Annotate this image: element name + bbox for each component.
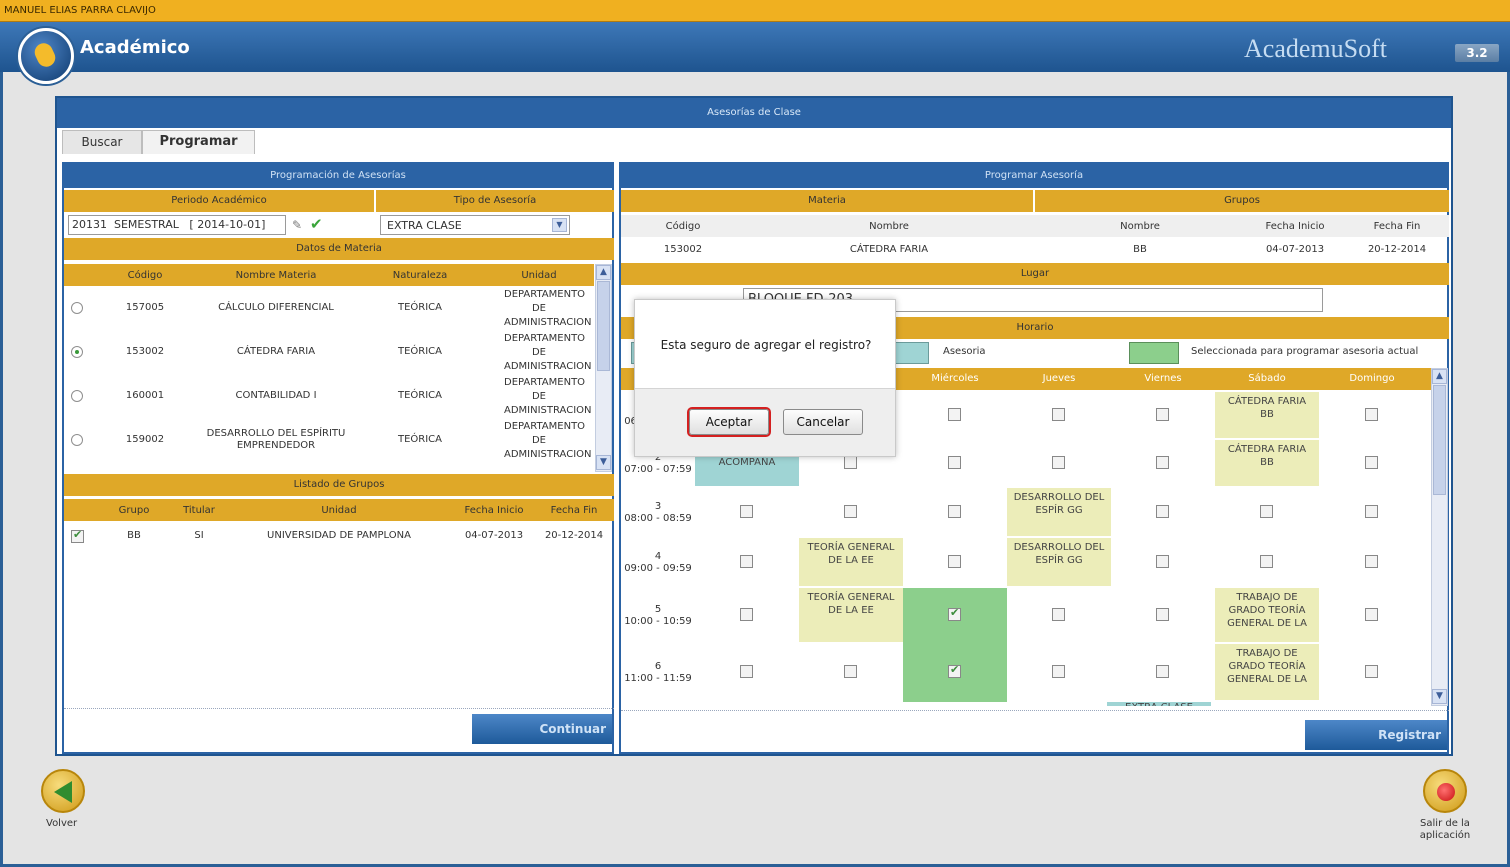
dialog-footer: Aceptar Cancelar bbox=[635, 388, 895, 456]
aceptar-button[interactable]: Aceptar bbox=[689, 409, 769, 435]
dialog-message: Esta seguro de agregar el registro? bbox=[660, 338, 872, 352]
modal-overlay: Esta seguro de agregar el registro? Acep… bbox=[0, 0, 1510, 867]
cancelar-button[interactable]: Cancelar bbox=[783, 409, 863, 435]
confirm-dialog: Esta seguro de agregar el registro? Acep… bbox=[634, 299, 896, 457]
